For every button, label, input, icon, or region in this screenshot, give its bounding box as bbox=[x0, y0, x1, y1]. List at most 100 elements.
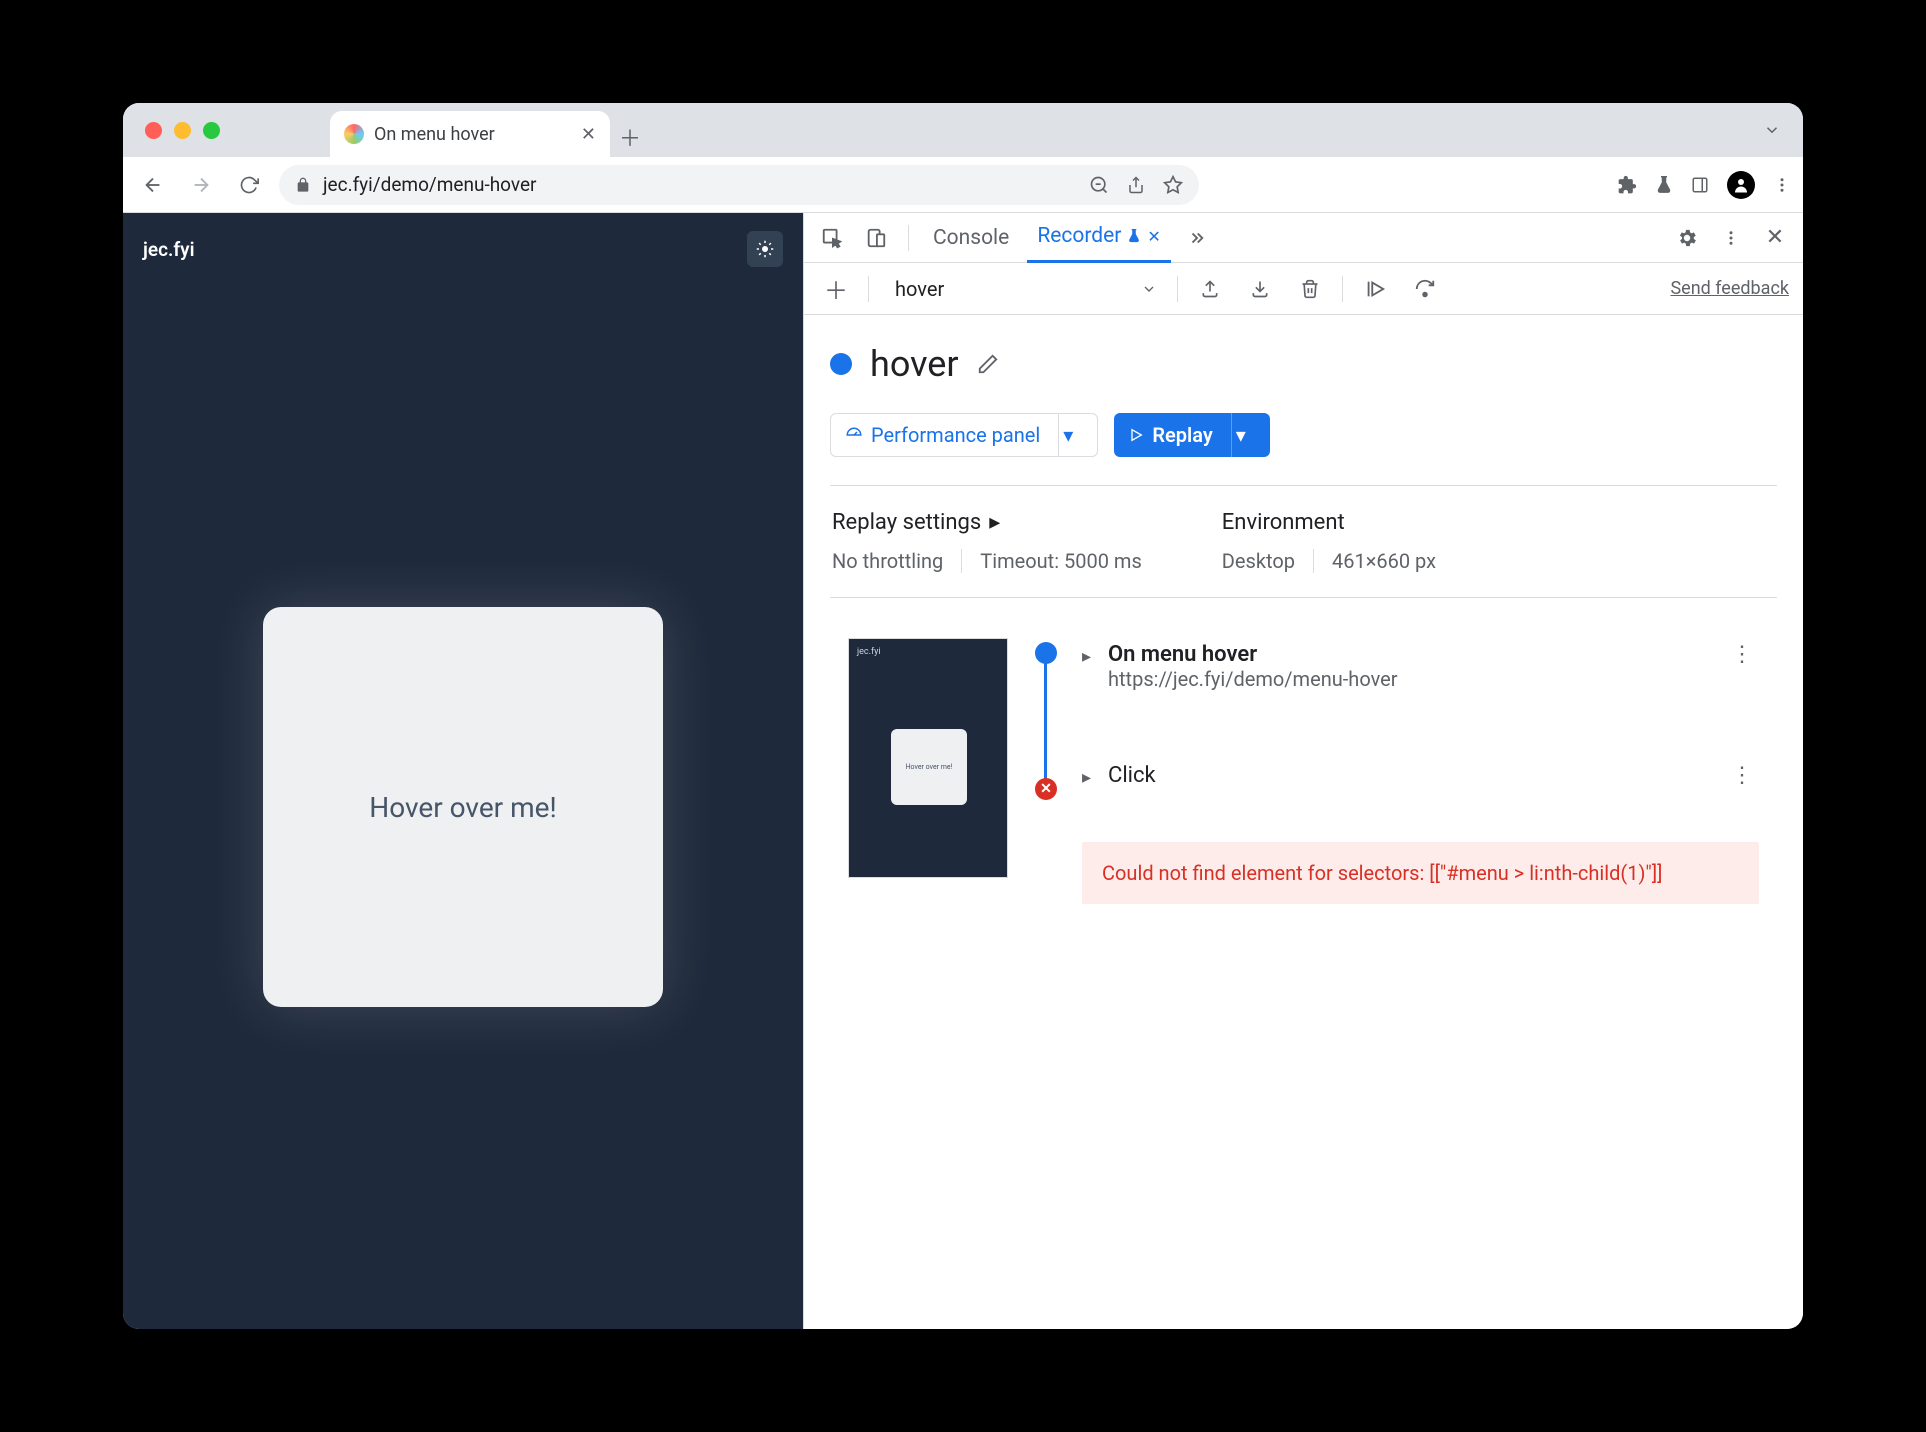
divider bbox=[1177, 276, 1178, 302]
hover-card[interactable]: Hover over me! bbox=[263, 607, 663, 1007]
more-tabs-button[interactable] bbox=[1179, 220, 1215, 256]
browser-tab[interactable]: On menu hover ✕ bbox=[330, 111, 610, 157]
environment-device: Desktop bbox=[1222, 549, 1295, 573]
timeline-dot-error: ✕ bbox=[1035, 778, 1057, 800]
step-over-button[interactable] bbox=[1407, 271, 1443, 307]
omnibox-actions bbox=[1089, 175, 1183, 195]
hover-card-text: Hover over me! bbox=[369, 791, 556, 824]
extensions-icon[interactable] bbox=[1617, 175, 1637, 195]
settings-block: Replay settings ▸ No throttling Timeout:… bbox=[830, 485, 1777, 598]
device-toolbar-button[interactable] bbox=[858, 220, 894, 256]
tab-title: On menu hover bbox=[374, 124, 495, 145]
timeout-value: Timeout: 5000 ms bbox=[980, 549, 1142, 573]
recording-title-row: hover bbox=[830, 343, 1777, 385]
browser-window: On menu hover ✕ ＋ jec.fyi/demo/menu-hove… bbox=[123, 103, 1803, 1329]
step-click[interactable]: ▸ Click ⋮ bbox=[1082, 759, 1759, 792]
timeline-line bbox=[1044, 650, 1047, 788]
devtools-tabbar: Console Recorder ✕ ✕ bbox=[804, 213, 1803, 263]
throttling-value: No throttling bbox=[832, 549, 943, 573]
steps-area: Hover over me! ✕ ▸ On menu hover bbox=[830, 626, 1777, 916]
export-button[interactable] bbox=[1192, 271, 1228, 307]
inspect-element-button[interactable] bbox=[814, 220, 850, 256]
window-controls bbox=[145, 103, 220, 157]
divider bbox=[1342, 276, 1343, 302]
chevron-down-icon[interactable]: ▾ bbox=[1226, 423, 1256, 447]
action-buttons: Performance panel ▾ Replay ▾ bbox=[830, 413, 1777, 457]
url-text: jec.fyi/demo/menu-hover bbox=[323, 173, 536, 196]
gauge-icon bbox=[845, 426, 863, 444]
replay-settings-header[interactable]: Replay settings ▸ bbox=[832, 510, 1142, 535]
step-menu-button[interactable]: ⋮ bbox=[1725, 642, 1759, 667]
chevron-down-icon bbox=[1141, 281, 1157, 297]
step-navigate[interactable]: ▸ On menu hover https://jec.fyi/demo/men… bbox=[1082, 638, 1759, 695]
performance-panel-button[interactable]: Performance panel ▾ bbox=[830, 413, 1098, 457]
step-url: https://jec.fyi/demo/menu-hover bbox=[1108, 667, 1715, 691]
sidepanel-icon[interactable] bbox=[1691, 176, 1709, 194]
devtools-menu-button[interactable] bbox=[1713, 220, 1749, 256]
bookmark-icon[interactable] bbox=[1163, 175, 1183, 195]
import-button[interactable] bbox=[1242, 271, 1278, 307]
tab-close-button[interactable]: ✕ bbox=[581, 124, 596, 145]
gear-icon bbox=[1676, 227, 1698, 249]
replay-button[interactable]: Replay ▾ bbox=[1114, 413, 1270, 457]
recording-title: hover bbox=[870, 343, 959, 385]
environment-header: Environment bbox=[1222, 510, 1436, 535]
divider bbox=[961, 549, 962, 573]
send-feedback-link[interactable]: Send feedback bbox=[1670, 278, 1789, 299]
share-icon[interactable] bbox=[1127, 176, 1145, 194]
minimize-window-button[interactable] bbox=[174, 122, 191, 139]
flask-icon bbox=[1127, 229, 1141, 243]
tabs-overflow-button[interactable] bbox=[1763, 103, 1781, 157]
lock-icon bbox=[295, 177, 311, 193]
delete-button[interactable] bbox=[1292, 271, 1328, 307]
content-area: jec.fyi Hover over me! bbox=[123, 213, 1803, 1329]
caret-right-icon: ▸ bbox=[989, 510, 1000, 535]
step-title: Click bbox=[1108, 763, 1715, 788]
new-recording-button[interactable]: ＋ bbox=[818, 271, 854, 307]
continue-button[interactable] bbox=[1357, 271, 1393, 307]
site-title: jec.fyi bbox=[143, 238, 195, 261]
divider bbox=[1313, 549, 1314, 573]
recording-selector[interactable]: hover bbox=[883, 271, 1163, 307]
environment-settings: Environment Desktop 461×660 px bbox=[1222, 510, 1436, 573]
profile-avatar[interactable] bbox=[1727, 171, 1755, 199]
tab-close-icon[interactable]: ✕ bbox=[1147, 227, 1160, 246]
reload-button[interactable] bbox=[231, 167, 267, 203]
sun-icon bbox=[756, 240, 774, 258]
tab-console[interactable]: Console bbox=[923, 213, 1019, 263]
toolbar-right bbox=[1617, 171, 1791, 199]
step-timeline: ✕ bbox=[1030, 638, 1060, 904]
forward-button[interactable] bbox=[183, 167, 219, 203]
divider bbox=[868, 276, 869, 302]
devtools-close-button[interactable]: ✕ bbox=[1757, 220, 1793, 256]
step-thumbnail: Hover over me! bbox=[848, 638, 1008, 878]
theme-toggle-button[interactable] bbox=[747, 231, 783, 267]
tab-strip: On menu hover ✕ ＋ bbox=[123, 103, 1803, 157]
page-header: jec.fyi bbox=[123, 213, 803, 285]
step-error-message: Could not find element for selectors: [[… bbox=[1082, 842, 1759, 904]
step-title: On menu hover bbox=[1108, 642, 1715, 667]
hover-card-area: Hover over me! bbox=[123, 285, 803, 1329]
environment-size: 461×660 px bbox=[1332, 549, 1436, 573]
devtools-panel: Console Recorder ✕ ✕ bbox=[803, 213, 1803, 1329]
step-list: ▸ On menu hover https://jec.fyi/demo/men… bbox=[1082, 638, 1759, 904]
zoom-icon[interactable] bbox=[1089, 175, 1109, 195]
replay-settings: Replay settings ▸ No throttling Timeout:… bbox=[832, 510, 1142, 573]
tab-recorder[interactable]: Recorder ✕ bbox=[1027, 213, 1170, 263]
address-bar[interactable]: jec.fyi/demo/menu-hover bbox=[279, 165, 1199, 205]
edit-title-button[interactable] bbox=[977, 353, 999, 375]
timeline-dot-start bbox=[1035, 642, 1057, 664]
step-menu-button[interactable]: ⋮ bbox=[1725, 763, 1759, 788]
settings-button[interactable] bbox=[1669, 220, 1705, 256]
caret-right-icon: ▸ bbox=[1082, 646, 1098, 667]
back-button[interactable] bbox=[135, 167, 171, 203]
fullscreen-window-button[interactable] bbox=[203, 122, 220, 139]
new-tab-button[interactable]: ＋ bbox=[610, 117, 650, 157]
chevron-down-icon[interactable]: ▾ bbox=[1053, 423, 1083, 447]
devtools-tabbar-right: ✕ bbox=[1669, 220, 1793, 256]
recorder-toolbar: ＋ hover bbox=[804, 263, 1803, 315]
close-window-button[interactable] bbox=[145, 122, 162, 139]
labs-icon[interactable] bbox=[1655, 176, 1673, 194]
browser-menu-button[interactable] bbox=[1773, 176, 1791, 194]
play-icon bbox=[1128, 427, 1144, 443]
